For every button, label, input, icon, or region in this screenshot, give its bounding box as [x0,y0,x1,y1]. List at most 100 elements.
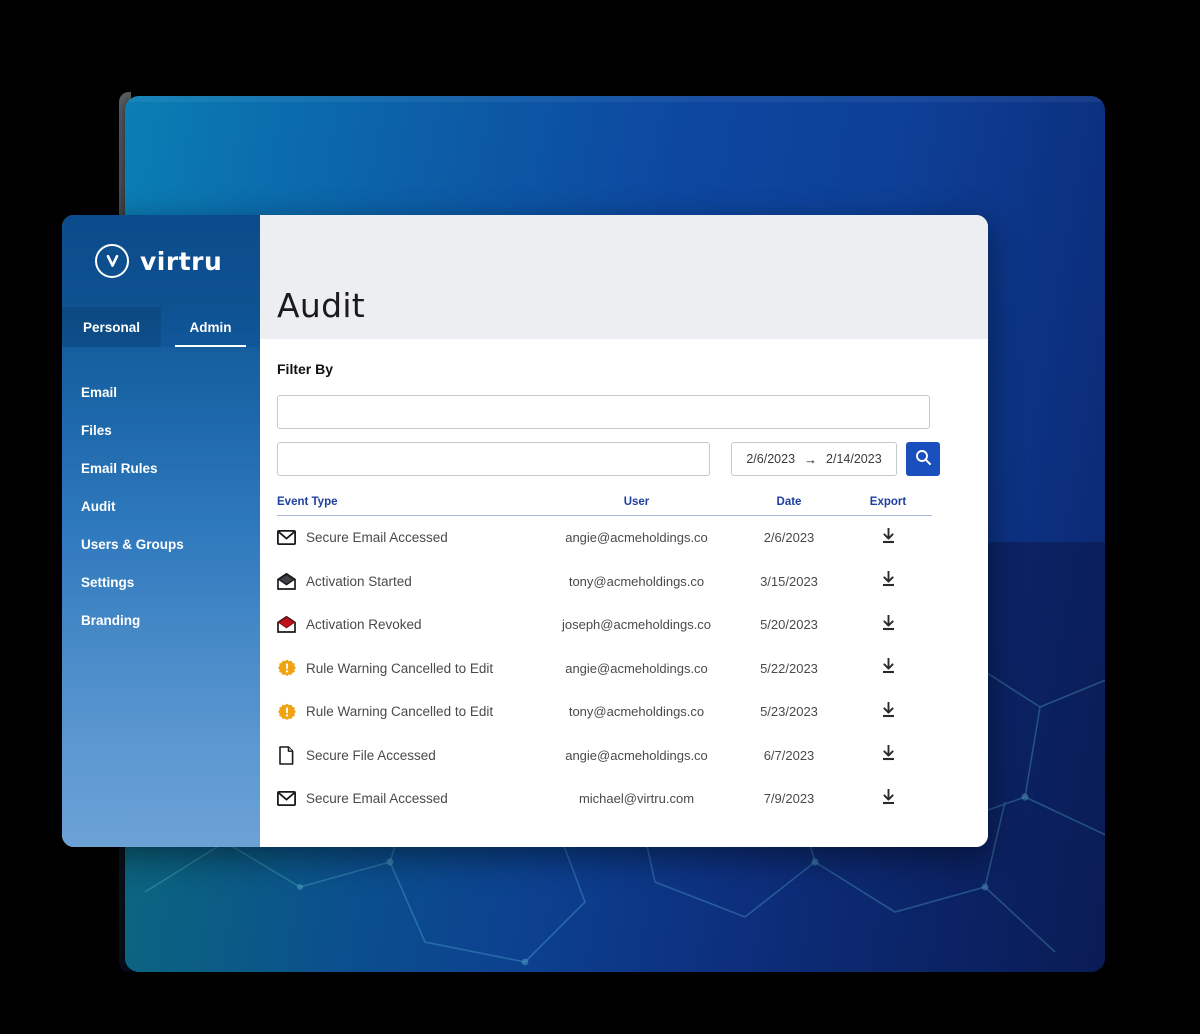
event-type-label: Activation Started [306,573,412,589]
sidebar: virtru Personal Admin Email Files Email [62,215,260,847]
download-icon [881,788,896,810]
download-icon [881,527,896,549]
event-type-label: Secure Email Accessed [306,530,448,546]
date-range-start: 2/6/2023 [746,452,796,466]
table-row[interactable]: Secure File Accessed angie@acmeholdings.… [277,734,932,778]
event-type-label: Secure Email Accessed [306,791,448,807]
cell-event-type: Activation Started [277,572,539,591]
sidebar-item-label: Branding [81,612,141,628]
cell-event-type: Activation Revoked [277,615,539,634]
column-header-event-type[interactable]: Event Type [277,496,539,508]
tab-admin-label: Admin [189,319,232,335]
table-row[interactable]: Activation Started tony@acmeholdings.co … [277,560,932,604]
closed-envelope-icon [277,789,296,808]
download-icon [881,744,896,766]
closed-envelope-icon [277,528,296,547]
cell-event-type: Rule Warning Cancelled to Edit [277,702,539,721]
cell-user: angie@acmeholdings.co [565,530,708,546]
event-type-label: Rule Warning Cancelled to Edit [306,704,494,720]
sidebar-nav: Email Files Email Rules Audit Users & Gr… [62,347,260,639]
sidebar-item-audit[interactable]: Audit [62,487,260,525]
filter-row-primary [277,395,970,429]
event-type-label: Activation Revoked [306,617,422,633]
sidebar-item-email[interactable]: Email [62,373,260,411]
sidebar-item-users-groups[interactable]: Users & Groups [62,525,260,563]
column-header-date[interactable]: Date [734,496,844,508]
table-row[interactable]: Rule Warning Cancelled to Edit angie@acm… [277,647,932,691]
column-header-user[interactable]: User [539,496,734,508]
cell-date: 5/22/2023 [760,660,818,676]
cell-date: 5/20/2023 [760,617,818,633]
cell-date: 7/9/2023 [763,791,815,807]
filter-secondary-input[interactable] [277,442,710,476]
open-envelope-red-icon [277,615,296,634]
search-button[interactable] [906,442,940,476]
filter-primary-input[interactable] [277,395,930,429]
device-top-strip [125,96,1105,102]
download-icon [881,657,896,679]
cell-date: 2/6/2023 [763,530,815,546]
cell-user: angie@acmeholdings.co [565,660,708,676]
sidebar-item-email-rules[interactable]: Email Rules [62,449,260,487]
sidebar-item-label: Files [81,422,112,438]
export-button[interactable] [844,570,932,592]
cell-event-type: Rule Warning Cancelled to Edit [277,659,539,678]
sidebar-item-settings[interactable]: Settings [62,563,260,601]
cell-event-type: Secure File Accessed [277,745,539,765]
sidebar-item-label: Email [81,384,118,400]
sidebar-item-label: Audit [81,498,116,514]
cell-user: tony@acmeholdings.co [568,704,705,720]
filter-row-secondary: 2/6/2023 → 2/14/2023 [277,442,970,476]
download-icon [881,701,896,723]
table-row[interactable]: Activation Revoked joseph@acmeholdings.c… [277,603,932,647]
cell-date: 6/7/2023 [763,747,815,763]
cell-user: joseph@acmeholdings.co [561,617,712,633]
export-button[interactable] [844,744,932,766]
export-button[interactable] [844,701,932,723]
export-button[interactable] [844,527,932,549]
download-icon [881,614,896,636]
cell-event-type: Secure Email Accessed [277,528,539,547]
export-button[interactable] [844,614,932,636]
page-title: Audit [277,286,366,325]
export-button[interactable] [844,657,932,679]
content-body: Filter By 2/6/2023 → 2/14/2023 Event Typ… [260,339,988,847]
cell-date: 5/23/2023 [760,704,818,720]
sidebar-item-label: Settings [81,574,135,590]
brand-wordmark: virtru [140,246,223,276]
page-header: Audit [260,215,988,339]
table-row[interactable]: Secure Email Accessed angie@acmeholdings… [277,516,932,560]
main-content: Audit Filter By 2/6/2023 → 2/14/2023 Eve… [260,215,988,847]
document-icon [277,745,296,765]
sidebar-item-files[interactable]: Files [62,411,260,449]
table-row[interactable]: Rule Warning Cancelled to Edit tony@acme… [277,690,932,734]
sidebar-item-label: Users & Groups [81,536,184,552]
warning-badge-icon [277,702,296,721]
warning-badge-icon [277,659,296,678]
cell-user: michael@virtru.com [578,791,695,807]
brand-logo[interactable]: virtru [62,215,260,307]
search-icon [915,449,932,469]
column-header-export[interactable]: Export [844,496,932,508]
download-icon [881,570,896,592]
tab-personal[interactable]: Personal [62,307,161,347]
date-range-picker[interactable]: 2/6/2023 → 2/14/2023 [731,442,897,476]
cell-event-type: Secure Email Accessed [277,789,539,808]
virtru-circle-v-icon [95,244,129,278]
tab-personal-label: Personal [82,319,141,335]
sidebar-tabs: Personal Admin [62,307,260,347]
event-type-label: Rule Warning Cancelled to Edit [306,660,494,676]
table-header-row: Event Type User Date Export [277,496,932,516]
audit-table: Event Type User Date Export Secure Email… [277,496,932,821]
application-window: virtru Personal Admin Email Files Email [62,215,988,847]
tab-admin[interactable]: Admin [161,307,260,347]
sidebar-item-label: Email Rules [81,460,158,476]
screenshot-root: virtru Personal Admin Email Files Email [0,0,1200,1034]
sidebar-item-branding[interactable]: Branding [62,601,260,639]
cell-user: angie@acmeholdings.co [565,747,708,763]
filter-by-label: Filter By [277,361,334,377]
cell-date: 3/15/2023 [760,573,818,589]
table-row[interactable]: Secure Email Accessed michael@virtru.com… [277,777,932,821]
export-button[interactable] [844,788,932,810]
arrow-right-icon: → [804,451,818,467]
